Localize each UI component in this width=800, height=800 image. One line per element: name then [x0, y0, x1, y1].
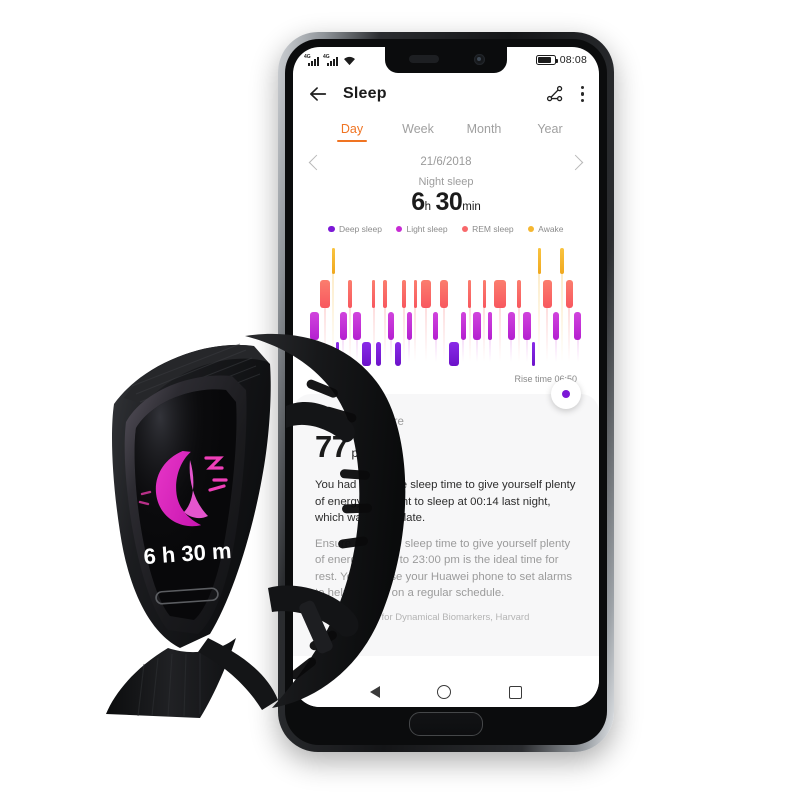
chart-segment	[542, 280, 552, 308]
date-navigator: 21/6/2018	[293, 149, 599, 170]
chart-segment	[331, 248, 336, 274]
chart-segment	[420, 280, 432, 308]
chevron-right-icon[interactable]	[567, 154, 584, 170]
legend-label: Awake	[538, 224, 564, 234]
sleep-summary: Night sleep 6h 30min	[293, 170, 599, 215]
earpiece-speaker-icon	[409, 55, 439, 63]
sleep-hours-value: 6	[411, 188, 425, 216]
chart-segment	[383, 280, 387, 308]
chart-segment	[460, 312, 467, 340]
overflow-menu-icon[interactable]	[581, 86, 585, 102]
current-date: 21/6/2018	[420, 156, 472, 168]
tab-week[interactable]: Week	[385, 122, 451, 142]
chart-segment	[448, 342, 460, 366]
chart-segment	[507, 312, 515, 340]
chart-segment	[487, 312, 493, 340]
sleep-dot-icon	[562, 390, 570, 398]
chart-segment	[467, 280, 472, 308]
battery-icon	[535, 55, 559, 65]
legend-item-rem-sleep: REM sleep	[461, 224, 514, 234]
chart-segment	[402, 280, 406, 308]
night-sleep-label: Night sleep	[418, 176, 474, 188]
legend-color-dot	[527, 225, 535, 233]
sleep-minutes-unit: min	[462, 201, 481, 213]
chart-segment	[532, 342, 536, 366]
chart-segment	[522, 312, 531, 340]
tab-month[interactable]: Month	[451, 122, 517, 142]
chart-segment	[482, 280, 487, 308]
back-arrow-icon[interactable]	[307, 83, 329, 105]
status-bar-left: 4G 4G	[304, 54, 356, 66]
sleep-duration: 6h 30min	[293, 190, 599, 215]
band-illustration: 6 h 30 m	[106, 333, 406, 718]
legend-color-dot	[461, 225, 469, 233]
share-icon[interactable]	[545, 84, 565, 104]
legend-label: REM sleep	[472, 224, 514, 234]
nav-recents-icon[interactable]	[509, 685, 523, 699]
legend-item-light-sleep: Light sleep	[395, 224, 448, 234]
period-tabs: Day Week Month Year	[293, 115, 599, 149]
front-camera-icon	[474, 54, 485, 65]
chart-legend: Deep sleep Light sleep REM sleep Awake	[293, 224, 599, 234]
sleep-hours-unit: h	[424, 201, 431, 213]
phone-notch	[385, 47, 507, 73]
status-bar-clock: 08:08	[559, 54, 587, 66]
legend-label: Light sleep	[406, 224, 448, 234]
page-title: Sleep	[343, 85, 387, 102]
chevron-left-icon[interactable]	[308, 154, 325, 170]
wifi-icon	[343, 55, 356, 66]
signal-strength-icon-2: 4G	[323, 54, 339, 66]
sleep-detail-fab[interactable]	[551, 379, 581, 409]
signal-strength-icon-1: 4G	[304, 54, 320, 66]
chart-segment	[413, 280, 418, 308]
chart-segment	[493, 280, 507, 308]
tab-year[interactable]: Year	[517, 122, 583, 142]
tab-day[interactable]: Day	[319, 122, 385, 142]
chart-segment	[560, 248, 564, 274]
chart-segment	[348, 280, 352, 308]
chart-segment	[574, 312, 582, 340]
legend-color-dot	[395, 225, 403, 233]
sleep-minutes-value: 30	[435, 188, 463, 216]
status-bar-right: 08:08	[535, 54, 587, 66]
chart-segment	[553, 312, 559, 340]
legend-color-dot	[328, 225, 335, 233]
chart-segment	[439, 280, 448, 308]
chart-segment	[516, 280, 522, 308]
chart-segment	[371, 280, 376, 308]
chart-segment	[537, 248, 542, 274]
fitness-band: 6 h 30 m	[40, 318, 450, 718]
screenshot-root: 4G 4G 08:08 Sleep Day Week Month Year 21…	[0, 0, 800, 800]
legend-label: Deep sleep	[338, 224, 382, 234]
legend-item-deep-sleep: Deep sleep	[328, 224, 382, 234]
chart-segment	[565, 280, 573, 308]
app-bar: Sleep	[293, 73, 599, 115]
chart-segment	[473, 312, 481, 340]
legend-item-awake: Awake	[527, 224, 564, 234]
chart-segment	[320, 280, 330, 308]
